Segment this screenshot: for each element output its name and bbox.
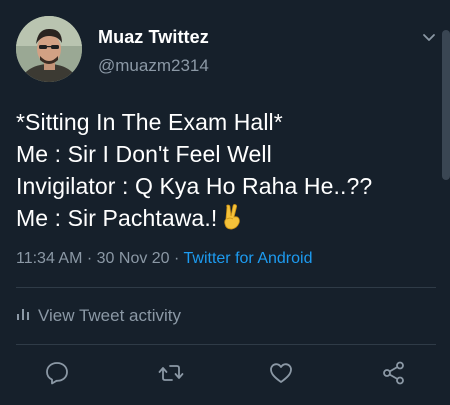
tweet-text-line: Invigilator : Q Kya Ho Raha He..?? [16,173,373,199]
bar-chart-icon [16,306,30,326]
tweet-text-line-last: Me : Sir Pachtawa.! [16,202,436,238]
reply-icon[interactable] [44,360,70,386]
view-tweet-activity-label: View Tweet activity [38,306,181,325]
avatar[interactable] [16,16,82,82]
tweet-text-line-content: Me : Sir Pachtawa.! [16,205,218,231]
share-icon[interactable] [381,360,407,386]
tweet-card: Muaz Twittez @muazm2314 *Sitting In The … [0,0,450,405]
tweet-source-link[interactable]: Twitter for Android [184,250,313,267]
meta-separator: · [82,250,97,267]
tweet-actions [0,360,450,390]
author-name[interactable]: Muaz Twittez [98,27,209,48]
tweet-text-line: Me : Sir I Don't Feel Well [16,141,272,167]
tweet-text: *Sitting In The Exam Hall* Me : Sir I Do… [16,106,436,238]
scrollbar-thumb[interactable] [442,30,450,180]
divider [16,287,436,288]
victory-hand-emoji [221,204,243,238]
heart-icon[interactable] [268,360,294,386]
meta-separator: · [169,250,184,267]
divider [16,344,436,345]
view-tweet-activity-link[interactable]: View Tweet activity [16,306,181,326]
tweet-text-line: *Sitting In The Exam Hall* [16,109,283,135]
tweet-date[interactable]: 30 Nov 20 [97,250,170,267]
tweet-meta: 11:34 AM · 30 Nov 20 · Twitter for Andro… [16,250,312,268]
author-handle[interactable]: @muazm2314 [98,56,209,76]
tweet-time[interactable]: 11:34 AM [16,250,82,267]
chevron-down-icon[interactable] [420,28,438,46]
retweet-icon[interactable] [158,360,184,386]
